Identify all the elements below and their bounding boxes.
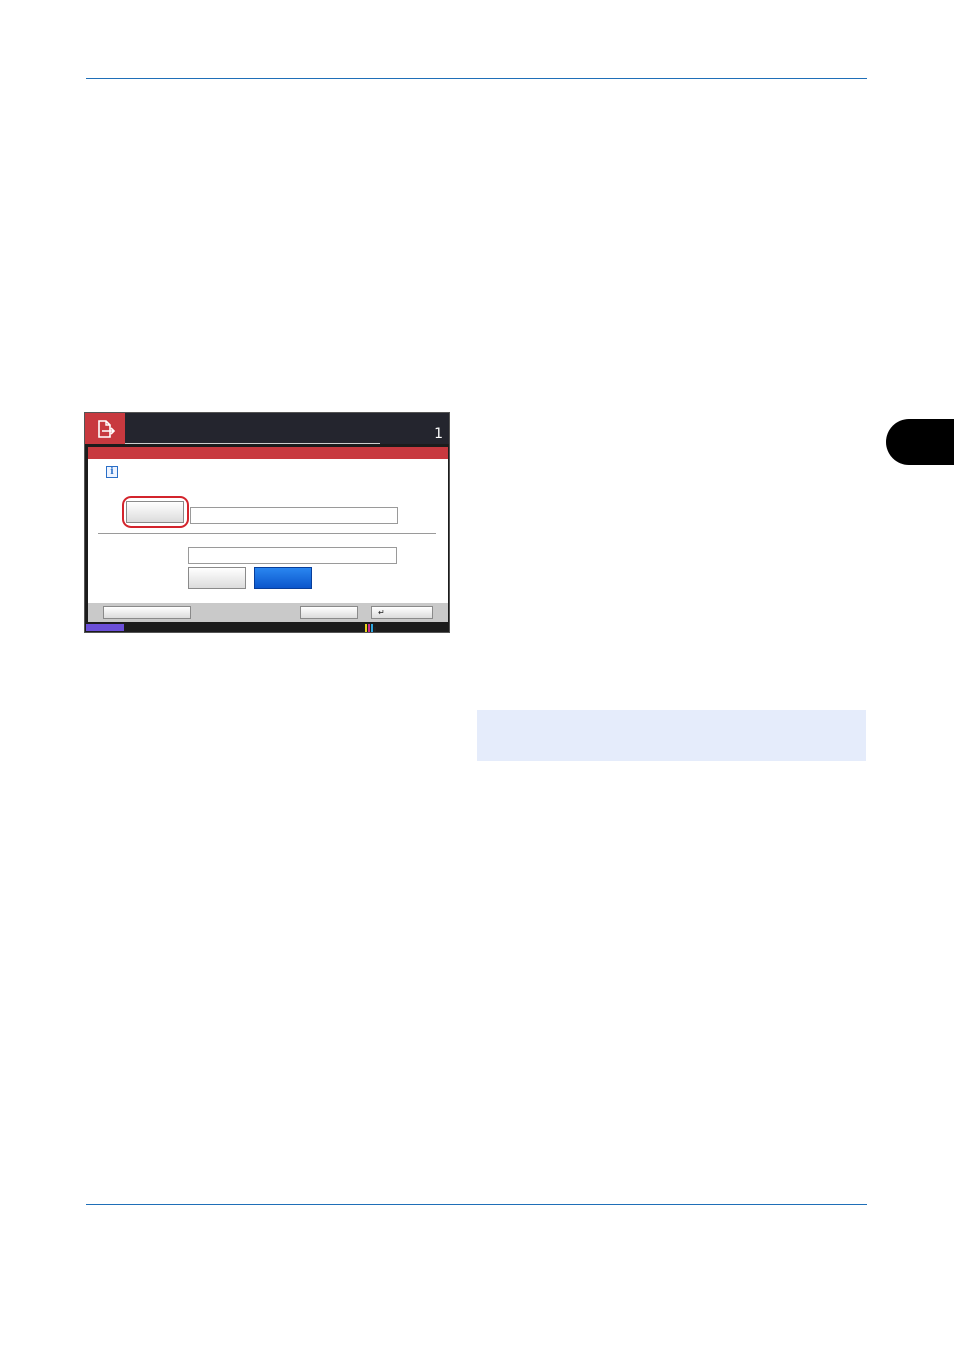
section-divider <box>98 533 436 534</box>
panel-body: i ↵ <box>88 447 448 622</box>
toner-bar <box>368 624 370 632</box>
operation-panel-screen: 1 i ↵ <box>84 412 450 633</box>
panel-footer: ↵ <box>88 603 448 622</box>
info-icon: i <box>106 466 118 478</box>
secondary-button[interactable] <box>188 567 246 589</box>
page-number: 1 <box>434 426 443 442</box>
status-indicator <box>86 624 124 631</box>
highlight-circle <box>122 496 189 528</box>
ok-button[interactable]: ↵ <box>371 606 433 619</box>
toner-level-icon <box>365 623 376 632</box>
cancel-button[interactable] <box>300 606 358 619</box>
chapter-tab <box>886 419 954 465</box>
toner-bar <box>371 624 373 632</box>
enter-icon: ↵ <box>378 608 385 617</box>
value-field[interactable] <box>190 507 398 524</box>
footer-rule <box>86 1204 867 1205</box>
toner-bar <box>365 624 367 632</box>
primary-button[interactable] <box>254 567 312 589</box>
toner-bar <box>374 627 376 632</box>
second-field[interactable] <box>188 547 397 564</box>
footer-left-button[interactable] <box>103 606 191 619</box>
panel-header: 1 <box>85 413 449 444</box>
header-rule <box>86 78 867 79</box>
status-bar <box>85 623 449 632</box>
screen-title-bar <box>88 447 448 459</box>
header-underline <box>125 443 380 444</box>
note-box <box>477 710 866 761</box>
document-send-icon[interactable] <box>85 413 125 444</box>
